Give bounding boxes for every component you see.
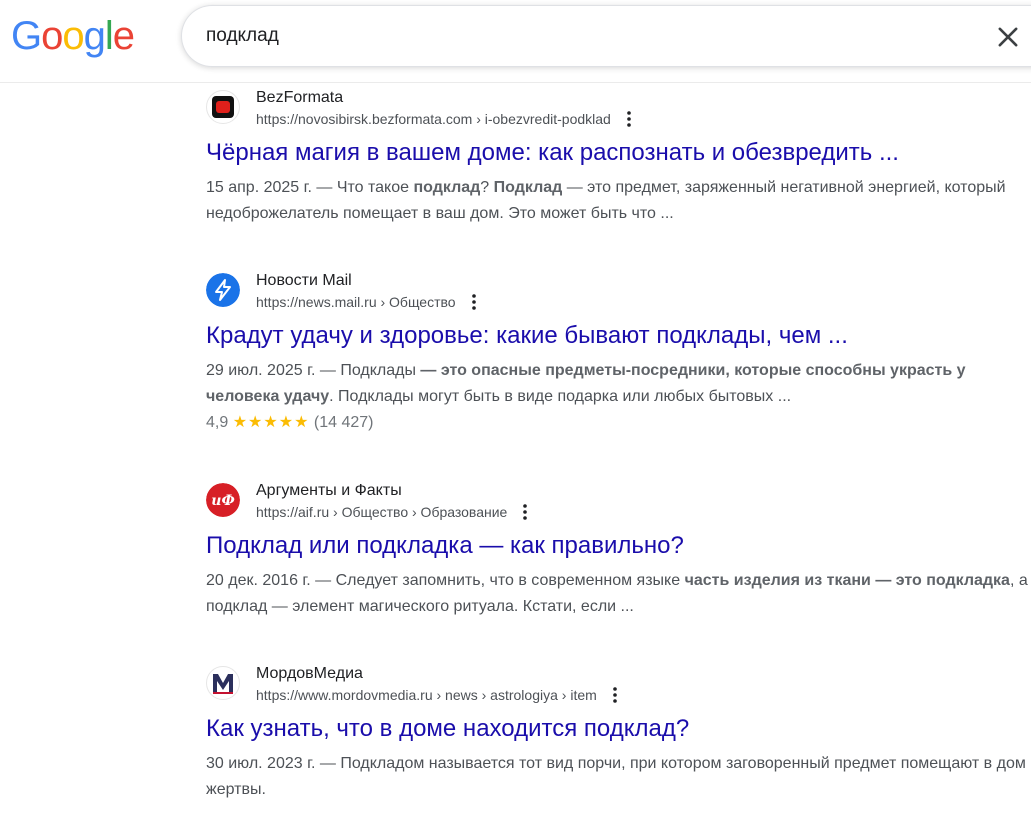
more-options-button[interactable] bbox=[515, 502, 535, 522]
clear-search-button[interactable] bbox=[994, 23, 1022, 51]
logo-letter: G bbox=[11, 14, 42, 58]
result-title-link[interactable]: Чёрная магия в вашем доме: как распознат… bbox=[206, 138, 1031, 168]
snippet-text: 20 дек. 2016 г. — Следует запомнить, что… bbox=[206, 572, 685, 589]
snippet-highlight: часть изделия из ткани — это подкладка bbox=[684, 572, 1010, 589]
logo-letter: l bbox=[104, 14, 114, 58]
search-result: МордовМедиа https://www.mordovmedia.ru ›… bbox=[206, 664, 1031, 803]
site-url: https://novosibirsk.bezformata.com › i-o… bbox=[256, 110, 639, 130]
site-name: BezFormata bbox=[256, 89, 344, 106]
site-url: https://www.mordovmedia.ru › news › astr… bbox=[256, 686, 625, 706]
search-box bbox=[181, 5, 1031, 67]
more-options-button[interactable] bbox=[464, 292, 484, 312]
snippet-text: . Подклады могут быть в виде подарка или… bbox=[329, 388, 792, 405]
site-info[interactable]: Новости Mail https://news.mail.ru › Обще… bbox=[206, 271, 1031, 315]
more-vert-icon bbox=[612, 687, 617, 704]
result-snippet: 29 июл. 2025 г. — Подклады — это опасные… bbox=[206, 358, 1031, 410]
logo-letter: o bbox=[62, 14, 84, 58]
search-result: Новости Mail https://news.mail.ru › Обще… bbox=[206, 271, 1031, 436]
snippet-highlight: подклад bbox=[413, 179, 481, 196]
google-logo[interactable]: Google bbox=[11, 12, 135, 60]
site-info[interactable]: МордовМедиа https://www.mordovmedia.ru ›… bbox=[206, 664, 1031, 708]
site-url-text: https://aif.ru › Общество › Образование bbox=[256, 504, 508, 520]
site-url: https://aif.ru › Общество › Образование bbox=[256, 503, 535, 523]
bezformata-icon bbox=[206, 90, 240, 124]
rating-count: (14 427) bbox=[313, 414, 374, 431]
mordovmedia-logo-icon bbox=[206, 666, 240, 700]
result-title-link[interactable]: Подклад или подкладка — как правильно? bbox=[206, 531, 1031, 561]
search-result: иФ Аргументы и Факты https://aif.ru › Об… bbox=[206, 481, 1031, 620]
close-icon bbox=[998, 27, 1018, 47]
logo-letter: e bbox=[112, 14, 135, 58]
logo-letter: o bbox=[41, 14, 63, 58]
more-options-button[interactable] bbox=[619, 109, 639, 129]
lightning-icon bbox=[206, 273, 240, 307]
result-snippet: 15 апр. 2025 г. — Что такое подклад? Под… bbox=[206, 175, 1031, 227]
search-input[interactable] bbox=[206, 20, 966, 52]
site-url: https://news.mail.ru › Общество bbox=[256, 293, 484, 313]
result-snippet: 20 дек. 2016 г. — Следует запомнить, что… bbox=[206, 568, 1031, 620]
site-name: Новости Mail bbox=[256, 272, 352, 289]
result-snippet: 30 июл. 2023 г. — Подкладом называется т… bbox=[206, 751, 1031, 803]
site-url-text: https://www.mordovmedia.ru › news › astr… bbox=[256, 687, 597, 703]
more-vert-icon bbox=[523, 504, 528, 521]
more-vert-icon bbox=[627, 111, 631, 128]
site-info[interactable]: BezFormata https://novosibirsk.bezformat… bbox=[206, 88, 1031, 132]
site-name: МордовМедиа bbox=[256, 665, 363, 682]
header: Google bbox=[0, 0, 1031, 83]
rating: 4,9 ★★★★★ (14 427) bbox=[206, 410, 1031, 436]
result-title-link[interactable]: Крадут удачу и здоровье: какие бывают по… bbox=[206, 321, 1031, 351]
svg-text:иФ: иФ bbox=[211, 493, 234, 509]
aif-logo-icon: иФ bbox=[206, 483, 240, 517]
rating-value: 4,9 bbox=[206, 414, 229, 431]
site-name: Аргументы и Факты bbox=[256, 482, 402, 499]
more-vert-icon bbox=[471, 294, 476, 311]
snippet-text: 15 апр. 2025 г. — Что такое bbox=[206, 179, 414, 196]
snippet-text: ? bbox=[480, 179, 494, 196]
site-info[interactable]: иФ Аргументы и Факты https://aif.ru › Об… bbox=[206, 481, 1031, 525]
result-title-link[interactable]: Как узнать, что в доме находится подклад… bbox=[206, 714, 1031, 744]
snippet-text: 30 июл. 2023 г. — Подкладом называется т… bbox=[206, 755, 1026, 798]
logo-letter: g bbox=[83, 14, 106, 58]
more-options-button[interactable] bbox=[605, 685, 625, 705]
search-result: BezFormata https://novosibirsk.bezformat… bbox=[206, 88, 1031, 227]
snippet-text: 29 июл. 2025 г. — Подклады bbox=[206, 362, 421, 379]
snippet-highlight: Подклад bbox=[493, 179, 563, 196]
star-rating-icon: ★★★★★ bbox=[232, 414, 310, 431]
site-url-text: https://novosibirsk.bezformata.com › i-o… bbox=[256, 111, 611, 127]
site-url-text: https://news.mail.ru › Общество bbox=[256, 294, 456, 310]
